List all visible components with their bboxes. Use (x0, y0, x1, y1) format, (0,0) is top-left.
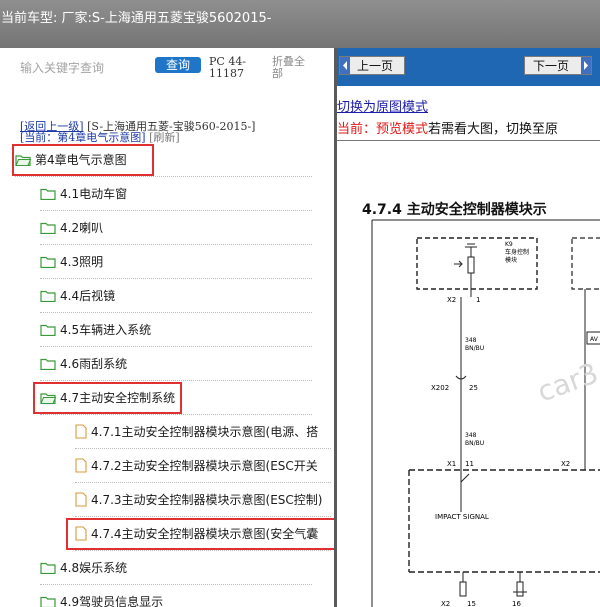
folder-icon (40, 358, 56, 370)
tree-item-label: 4.9驾驶员信息显示 (60, 595, 164, 607)
query-button[interactable]: 查询 (155, 57, 201, 73)
right-av: AV (590, 336, 599, 343)
tree-item-4-3[interactable]: 4.3照明 (40, 245, 312, 279)
tree-item-4-7-3[interactable]: 4.7.3主动安全控制器模块示意图(ESC控制) (75, 483, 331, 517)
tree-item-4-2[interactable]: 4.2喇叭 (40, 211, 312, 245)
arrow-left-icon (340, 57, 350, 74)
highlight-box (66, 518, 336, 550)
bottom-x2: X2 (441, 600, 450, 607)
folder-icon (40, 562, 56, 574)
tree-item-4-1[interactable]: 4.1电动车窗 (40, 177, 312, 211)
tree-item-4-8[interactable]: 4.8娱乐系统 (40, 551, 312, 585)
wire1-color: BN/BU (465, 345, 484, 352)
pin-11: 11 (465, 460, 474, 468)
folder-icon (40, 188, 56, 200)
tree-item-label: 4.7.2主动安全控制器模块示意图(ESC开关 (91, 459, 318, 473)
wire1-num: 348 (465, 337, 477, 344)
module-label-1: K9 (505, 241, 513, 248)
bottom-16: 16 (512, 600, 521, 607)
mode-status: 当前：预览模式若需看大图，切换至原 (337, 118, 558, 137)
folder-icon (40, 256, 56, 268)
connector-x202: X202 (431, 384, 449, 392)
bottom-15: 15 (467, 600, 476, 607)
tree-item-4-6[interactable]: 4.6雨刮系统 (40, 347, 312, 381)
next-page-label: 下一页 (533, 59, 570, 73)
arrow-right-icon (581, 57, 591, 74)
highlight-box (12, 144, 154, 176)
document-icon (75, 458, 87, 473)
prev-page-label: 上一页 (357, 59, 394, 73)
folder-icon (40, 290, 56, 302)
right-panel: 上一页 下一页 切换为原图模式 当前：预览模式若需看大图，切换至原 4.7.4 … (337, 48, 600, 607)
tree-item-4-5[interactable]: 4.5车辆进入系统 (40, 313, 312, 347)
pin-1: 1 (476, 296, 480, 304)
diagram-heading: 4.7.4 主动安全控制器模块示 (362, 201, 547, 218)
next-page-button[interactable]: 下一页 (524, 56, 592, 75)
tree-item-4-7-2[interactable]: 4.7.2主动安全控制器模块示意图(ESC开关 (75, 449, 331, 483)
collapse-all-link[interactable]: 折叠全部 (272, 56, 312, 80)
pin-x1: X1 (447, 460, 456, 468)
highlight-box (33, 382, 182, 414)
tree-item-label: 4.7.1主动安全控制器模块示意图(电源、搭 (91, 425, 319, 439)
prev-page-button[interactable]: 上一页 (339, 56, 405, 75)
tree-item-label: 4.2喇叭 (60, 221, 104, 235)
switch-original-link[interactable]: 切换为原图模式 (337, 96, 428, 115)
tree-item-4-4[interactable]: 4.4后视镜 (40, 279, 312, 313)
document-icon (75, 492, 87, 507)
tree-item-label: 4.1电动车窗 (60, 187, 128, 201)
page-nav-bar: 上一页 下一页 (337, 48, 600, 86)
wire2-num: 348 (465, 432, 477, 439)
divider-line (337, 140, 600, 141)
current-vehicle-title: 当前车型: 厂家:S-上海通用五菱宝骏5602015- (1, 11, 272, 26)
module-label-3: 模块 (505, 256, 517, 264)
left-panel: 输入关键字查询 查询 PC 44-11187 折叠全部 [返回上一级] [S-上… (0, 48, 336, 607)
tree-item-label: 4.7.3主动安全控制器模块示意图(ESC控制) (91, 493, 323, 507)
module-label-2: 车身控制 (505, 248, 529, 256)
impact-signal: IMPACT SIGNAL (435, 513, 489, 521)
mode-hint: 若需看大图，切换至原 (428, 122, 559, 137)
tree-item-label: 4.8娱乐系统 (60, 561, 128, 575)
pin-x2-right: X2 (561, 460, 570, 468)
tree-item-4-7-1[interactable]: 4.7.1主动安全控制器模块示意图(电源、搭 (75, 415, 331, 449)
wiring-diagram[interactable]: 4.7.4 主动安全控制器模块示 K9 车身控制 模块 X2 1 348 BN/… (337, 172, 600, 607)
folder-icon (40, 596, 56, 607)
pc-code: PC 44-11187 (209, 55, 247, 80)
tree-item-label: 4.3照明 (60, 255, 104, 269)
tree-item-label: 4.5车辆进入系统 (60, 323, 152, 337)
pin-x2: X2 (447, 296, 456, 304)
folder-icon (40, 222, 56, 234)
top-bar: 当前车型: 厂家:S-上海通用五菱宝骏5602015- (0, 0, 600, 48)
tree-item-label: 4.6雨刮系统 (60, 357, 128, 371)
search-input[interactable]: 输入关键字查询 (20, 59, 104, 76)
watermark: car3 (533, 356, 600, 408)
mode-name: 预览模式 (376, 122, 429, 137)
mode-current: 当前： (337, 122, 377, 137)
document-icon (75, 424, 87, 439)
folder-icon (40, 324, 56, 336)
connector-pin: 25 (469, 384, 478, 392)
tree-item-label: 4.4后视镜 (60, 289, 116, 303)
tree-item-4-9[interactable]: 4.9驾驶员信息显示 (40, 585, 312, 607)
wire2-color: BN/BU (465, 440, 484, 447)
